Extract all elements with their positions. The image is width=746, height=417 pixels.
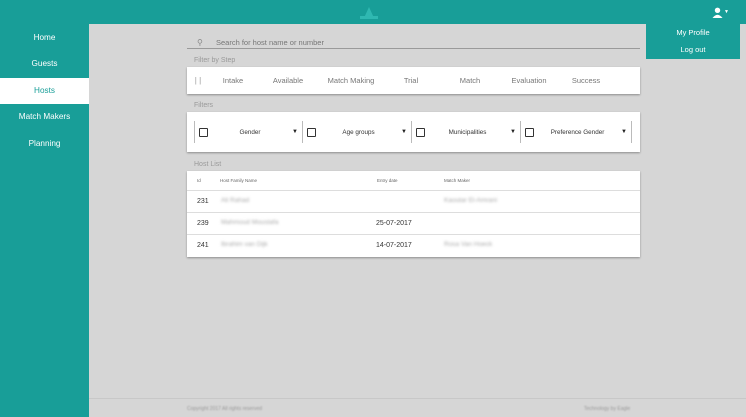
sidebar: Home Guests Hosts Match Makers Planning — [0, 24, 89, 417]
step-trial[interactable]: Trial — [383, 76, 439, 85]
step-success[interactable]: Success — [557, 76, 615, 85]
host-list-table: Id Host Family Name Entry date Match Mak… — [187, 171, 640, 257]
profile-dropdown: My Profile Log out — [646, 24, 740, 59]
checkbox[interactable] — [199, 127, 208, 137]
checkbox[interactable] — [525, 127, 534, 137]
search-input[interactable]: Search for host name or number — [216, 38, 324, 47]
filter-age-groups[interactable]: Age groups ▼ — [303, 121, 412, 143]
table-row[interactable]: 241 Ibrahim van Dijk 14-07-2017 Rosa Van… — [187, 234, 640, 256]
column-header-match-maker[interactable]: Match Maker — [444, 178, 470, 183]
step-intake[interactable]: Intake — [209, 76, 257, 85]
log-out-link[interactable]: Log out — [646, 41, 740, 58]
filter-gender[interactable]: Gender ▼ — [194, 121, 303, 143]
chevron-down-icon: ▼ — [401, 129, 407, 135]
sidebar-item-planning[interactable]: Planning — [0, 131, 89, 158]
checkbox[interactable] — [416, 127, 425, 137]
table-row[interactable]: 239 Mahmoud Moustafa 25-07-2017 — [187, 212, 640, 234]
step-evaluation[interactable]: Evaluation — [501, 76, 557, 85]
filter-by-step-label: Filter by Step — [194, 57, 236, 64]
chevron-down-icon: ▼ — [510, 129, 516, 135]
column-header-id[interactable]: Id — [197, 178, 201, 183]
sidebar-item-guests[interactable]: Guests — [0, 51, 89, 78]
footer-credit: Technology by Eagle — [584, 406, 631, 412]
checkbox[interactable] — [307, 127, 316, 137]
table-row[interactable]: 231 Ali Rahad Kaoutar El-Amrani — [187, 190, 640, 212]
chevron-down-icon: ▼ — [292, 129, 298, 135]
step-filter-bar: | | Intake Available Match Making Trial … — [187, 67, 640, 94]
host-list-label: Host List — [194, 161, 222, 168]
my-profile-link[interactable]: My Profile — [646, 24, 740, 41]
sidebar-item-match-makers[interactable]: Match Makers — [0, 104, 89, 131]
step-match[interactable]: Match — [439, 76, 501, 85]
step-match-making[interactable]: Match Making — [319, 76, 383, 85]
chevron-down-icon: ▼ — [621, 129, 627, 135]
search-bar[interactable]: ⚲ Search for host name or number — [187, 36, 640, 49]
user-icon — [712, 7, 723, 18]
reset-steps-icon[interactable]: | | — [187, 76, 209, 85]
user-menu-button[interactable]: ▼ — [712, 4, 732, 20]
filter-municipalities[interactable]: Municipalities ▼ — [412, 121, 521, 143]
footer: Copyright 2017 All rights reserved Techn… — [89, 398, 746, 417]
top-bar: ▼ — [0, 0, 746, 24]
sidebar-item-home[interactable]: Home — [0, 25, 89, 52]
sidebar-item-hosts[interactable]: Hosts — [0, 77, 89, 104]
chevron-down-icon: ▼ — [724, 9, 729, 15]
search-icon: ⚲ — [197, 37, 203, 47]
column-header-entry-date[interactable]: Entry date — [377, 178, 398, 183]
filter-preference-gender[interactable]: Preference Gender ▼ — [521, 121, 632, 143]
logo-icon — [360, 7, 378, 19]
column-header-name[interactable]: Host Family Name — [220, 178, 257, 183]
filters-panel: Gender ▼ Age groups ▼ Municipalities ▼ P… — [187, 112, 640, 152]
step-available[interactable]: Available — [257, 76, 319, 85]
footer-copyright: Copyright 2017 All rights reserved — [187, 406, 263, 412]
main-content: ⚲ Search for host name or number Filter … — [89, 24, 746, 417]
filters-label: Filters — [194, 102, 214, 109]
